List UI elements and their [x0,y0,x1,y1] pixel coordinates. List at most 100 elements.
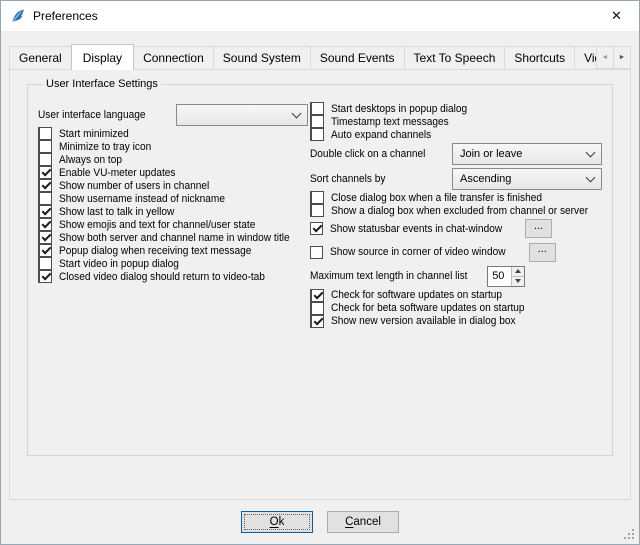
user-interface-language-row: User interface language [38,102,310,127]
minimize-to-tray-icon-label[interactable]: Minimize to tray icon [59,141,151,153]
close-dialog-when-file-transfer-finished-row: Close dialog box when a file transfer is… [310,191,323,204]
show-emojis-and-text-for-state-label[interactable]: Show emojis and text for channel/user st… [59,219,255,231]
close-icon[interactable]: ✕ [594,2,639,31]
auto-expand-channels-row: Auto expand channels [310,128,323,141]
show-new-version-available-dialog-row: Show new version available in dialog box [310,315,323,328]
always-on-top-label[interactable]: Always on top [59,154,122,166]
show-number-of-users-in-channel-row: Show number of users in channel [38,179,51,192]
show-source-in-corner-of-video-window-more-button[interactable]: ... [529,243,556,262]
close-dialog-when-file-transfer-finished-label[interactable]: Close dialog box when a file transfer is… [331,192,542,204]
start-video-in-popup-dialog-checkbox[interactable] [39,257,52,270]
show-username-instead-of-nickname-checkbox[interactable] [39,192,52,205]
auto-expand-channels-label[interactable]: Auto expand channels [331,129,431,141]
show-last-to-talk-in-yellow-row: Show last to talk in yellow [38,205,51,218]
show-username-instead-of-nickname-label[interactable]: Show username instead of nickname [59,193,225,205]
show-dialog-when-excluded-checkbox[interactable] [311,204,324,217]
resize-grip[interactable] [624,529,636,541]
show-statusbar-events-in-chat-window-label[interactable]: Show statusbar events in chat-window [330,223,502,235]
show-new-version-available-dialog-label[interactable]: Show new version available in dialog box [331,315,516,327]
auto-expand-channels-checkbox[interactable] [311,128,324,141]
check-for-beta-software-updates-checkbox[interactable] [311,302,324,315]
ok-button[interactable]: Ok [241,511,313,533]
minimize-to-tray-icon-checkbox[interactable] [39,140,52,153]
show-number-of-users-in-channel-checkbox[interactable] [39,179,52,192]
show-last-to-talk-in-yellow-label[interactable]: Show last to talk in yellow [59,206,174,218]
show-last-to-talk-in-yellow-checkbox[interactable] [39,205,52,218]
check-for-beta-software-updates-label[interactable]: Check for beta software updates on start… [331,302,525,314]
check-for-software-updates-on-startup-label[interactable]: Check for software updates on startup [331,289,502,301]
popup-dialog-on-text-message-checkbox[interactable] [39,244,52,257]
show-username-instead-of-nickname-row: Show username instead of nickname [38,192,51,205]
start-video-in-popup-dialog-label[interactable]: Start video in popup dialog [59,258,179,270]
enable-vu-meter-updates-label[interactable]: Enable VU-meter updates [59,167,175,179]
arrow-left-icon: ◄ [602,54,609,61]
maximum-text-length-in-channel-list-label: Maximum text length in channel list [310,270,467,282]
show-number-of-users-in-channel-label[interactable]: Show number of users in channel [59,180,209,192]
tab-text-to-speech[interactable]: Text To Speech [404,46,506,69]
double-click-on-a-channel-row: Double click on a channelJoin or leave [310,141,604,166]
double-click-on-a-channel-combobox[interactable]: Join or leave [452,143,602,165]
close-dialog-when-file-transfer-finished-checkbox[interactable] [311,191,324,204]
chevron-down-icon [586,149,596,158]
right-column: Start desktops in popup dialogTimestamp … [310,102,604,328]
tab-general[interactable]: General [9,46,72,69]
show-server-and-channel-in-window-title-row: Show both server and channel name in win… [38,231,51,244]
spin-down-button[interactable] [511,276,524,286]
show-source-in-corner-of-video-window-label[interactable]: Show source in corner of video window [330,246,506,258]
start-minimized-label[interactable]: Start minimized [59,128,129,140]
timestamp-text-messages-label[interactable]: Timestamp text messages [331,116,449,128]
start-minimized-checkbox[interactable] [39,127,52,140]
tab-shortcuts[interactable]: Shortcuts [504,46,575,69]
enable-vu-meter-updates-row: Enable VU-meter updates [38,166,51,179]
enable-vu-meter-updates-checkbox[interactable] [39,166,52,179]
popup-dialog-on-text-message-row: Popup dialog when receiving text message [38,244,51,257]
show-dialog-when-excluded-label[interactable]: Show a dialog box when excluded from cha… [331,205,588,217]
tab-scroll-left-button[interactable]: ◄ [596,46,614,69]
user-interface-settings-group: User Interface Settings User interface l… [27,78,613,456]
maximum-text-length-in-channel-list-row: Maximum text length in channel list 50 [310,264,604,289]
minimize-to-tray-icon-row: Minimize to tray icon [38,140,51,153]
show-statusbar-events-in-chat-window-more-button[interactable]: ... [525,219,552,238]
arrow-right-icon: ► [619,54,626,61]
tab-sound-system[interactable]: Sound System [213,46,311,69]
show-emojis-and-text-for-state-checkbox[interactable] [39,218,52,231]
app-icon [10,8,26,24]
start-desktops-in-popup-dialog-label[interactable]: Start desktops in popup dialog [331,103,467,115]
show-source-in-corner-of-video-window-checkbox[interactable] [310,246,323,259]
show-server-and-channel-in-window-title-label[interactable]: Show both server and channel name in win… [59,232,290,244]
show-statusbar-events-in-chat-window-checkbox[interactable] [310,222,323,235]
timestamp-text-messages-checkbox[interactable] [311,115,324,128]
user-interface-language-combobox[interactable] [176,104,308,126]
tab-scroll-right-button[interactable]: ► [613,46,631,69]
sort-channels-by-label: Sort channels by [310,173,385,185]
window-title: Preferences [33,9,594,23]
start-desktops-in-popup-dialog-checkbox[interactable] [311,102,324,115]
sort-channels-by-value: Ascending [460,173,586,185]
spin-up-button[interactable] [511,267,524,276]
tab-display[interactable]: Display [71,44,134,70]
tab-sound-events[interactable]: Sound Events [310,46,405,69]
check-for-software-updates-on-startup-checkbox[interactable] [311,289,324,302]
dialog-button-row: Ok Cancel [1,500,639,544]
sort-channels-by-combobox[interactable]: Ascending [452,168,602,190]
display-tab-page: User Interface Settings User interface l… [9,69,631,500]
show-new-version-available-dialog-checkbox[interactable] [311,315,324,328]
closed-video-dialog-return-to-video-tab-label[interactable]: Closed video dialog should return to vid… [59,271,265,283]
always-on-top-checkbox[interactable] [39,153,52,166]
show-emojis-and-text-for-state-row: Show emojis and text for channel/user st… [38,218,51,231]
maximum-text-length-in-channel-list-value[interactable]: 50 [488,267,511,286]
show-server-and-channel-in-window-title-checkbox[interactable] [39,231,52,244]
start-video-in-popup-dialog-row: Start video in popup dialog [38,257,51,270]
titlebar[interactable]: Preferences ✕ [1,1,639,31]
left-column: User interface languageStart minimizedMi… [38,102,310,328]
closed-video-dialog-return-to-video-tab-checkbox[interactable] [39,270,52,283]
always-on-top-row: Always on top [38,153,51,166]
cancel-button[interactable]: Cancel [327,511,399,533]
tab-list: GeneralDisplayConnectionSound SystemSoun… [9,44,631,70]
popup-dialog-on-text-message-label[interactable]: Popup dialog when receiving text message [59,245,251,257]
closed-video-dialog-return-to-video-tab-row: Closed video dialog should return to vid… [38,270,51,283]
double-click-on-a-channel-value: Join or leave [460,148,586,160]
tab-connection[interactable]: Connection [133,46,214,69]
tab-bar: GeneralDisplayConnectionSound SystemSoun… [9,44,631,70]
maximum-text-length-in-channel-list-spinbox[interactable]: 50 [487,266,525,287]
